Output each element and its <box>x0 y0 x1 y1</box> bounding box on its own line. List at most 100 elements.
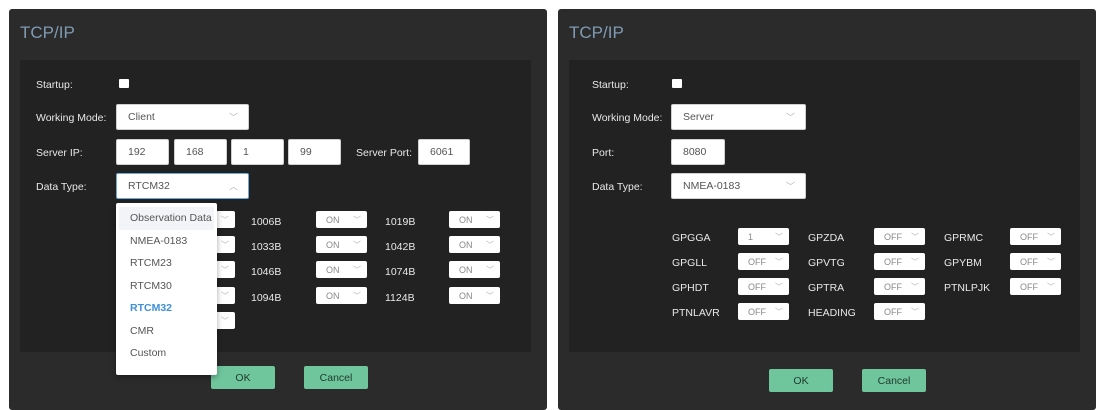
message-label: PTNLPJK <box>944 282 991 294</box>
tcpip-dialog-server: TCP/IP Startup: Working Mode: Server ﹀ P… <box>558 9 1096 410</box>
data-type-label: Data Type: <box>592 181 643 193</box>
startup-checkbox[interactable] <box>672 79 682 88</box>
startup-checkbox[interactable] <box>119 79 129 88</box>
cancel-button[interactable]: Cancel <box>862 369 926 392</box>
chevron-down-icon: ﹀ <box>228 112 238 123</box>
chevron-down-icon: ﹀ <box>911 307 919 316</box>
server-port-input[interactable]: 6061 <box>418 139 470 165</box>
message-label: 1124B <box>385 292 415 304</box>
message-rate-select[interactable]: ON ﹀ <box>316 236 367 253</box>
message-rate-select[interactable]: OFF ﹀ <box>738 278 789 295</box>
message-rate-value: ON <box>459 264 473 275</box>
message-rate-select[interactable]: OFF ﹀ <box>1010 228 1061 245</box>
tcpip-dialog-client: TCP/IP Startup: Working Mode: Client ﹀ S… <box>9 9 547 410</box>
dropdown-option-observation-data[interactable]: Observation Data <box>119 207 214 230</box>
chevron-down-icon: ﹀ <box>775 307 783 316</box>
message-label: GPGLL <box>672 257 708 269</box>
chevron-down-icon: ﹀ <box>775 257 783 266</box>
working-mode-value: Client <box>128 111 155 123</box>
message-rate-select[interactable]: OFF ﹀ <box>874 228 925 245</box>
message-label: 1006B <box>251 216 282 228</box>
message-rate-select[interactable]: OFF ﹀ <box>874 303 925 320</box>
message-rate-select[interactable]: OFF ﹀ <box>738 253 789 270</box>
message-label: GPVTG <box>808 257 845 269</box>
message-label: GPYBM <box>944 257 982 269</box>
message-rate-select[interactable]: ON ﹀ <box>449 211 500 228</box>
message-rate-select[interactable]: ON ﹀ <box>316 287 367 304</box>
data-type-label: Data Type: <box>36 181 87 193</box>
message-rate-select[interactable]: OFF ﹀ <box>874 253 925 270</box>
message-rate-select[interactable]: OFF ﹀ <box>1010 278 1061 295</box>
server-ip-octet-3[interactable]: 1 <box>231 139 284 165</box>
message-rate-value: OFF <box>1020 256 1038 267</box>
chevron-down-icon: ﹀ <box>486 240 494 249</box>
message-rate-select[interactable]: ON ﹀ <box>316 261 367 278</box>
message-label: 1046B <box>251 266 282 278</box>
working-mode-select[interactable]: Client ﹀ <box>116 104 249 130</box>
message-rate-value: ON <box>459 290 473 301</box>
message-rate-select[interactable]: OFF ﹀ <box>738 303 789 320</box>
chevron-down-icon: ﹀ <box>911 232 919 241</box>
ok-button[interactable]: OK <box>211 366 275 389</box>
message-rate-value: OFF <box>1020 231 1038 242</box>
data-type-value: RTCM32 <box>128 180 170 192</box>
message-rate-value: OFF <box>884 281 902 292</box>
message-rate-value: OFF <box>748 306 766 317</box>
dropdown-option-rtcm32[interactable]: RTCM32 <box>119 297 214 320</box>
server-ip-octet-4[interactable]: 99 <box>288 139 341 165</box>
chevron-down-icon: ﹀ <box>1047 282 1055 291</box>
data-type-select[interactable]: RTCM32 ︿ <box>116 173 249 199</box>
server-port-label: Server Port: <box>356 147 413 159</box>
message-rate-select[interactable]: ON ﹀ <box>449 287 500 304</box>
dropdown-option-cmr[interactable]: CMR <box>119 320 214 343</box>
message-label: 1042B <box>385 241 416 253</box>
message-label: 1033B <box>251 241 282 253</box>
message-label: 1094B <box>251 292 282 304</box>
ok-button[interactable]: OK <box>769 369 833 392</box>
chevron-down-icon: ﹀ <box>221 215 229 224</box>
chevron-down-icon: ﹀ <box>775 282 783 291</box>
data-type-value: NMEA-0183 <box>683 180 741 192</box>
message-label: GPRMC <box>944 232 984 244</box>
message-rate-value: ON <box>326 264 340 275</box>
chevron-down-icon: ﹀ <box>353 265 361 274</box>
message-rate-value: OFF <box>748 256 766 267</box>
data-type-select[interactable]: NMEA-0183 ﹀ <box>671 173 806 199</box>
port-input[interactable]: 8080 <box>671 139 725 165</box>
message-rate-value: OFF <box>884 306 902 317</box>
message-rate-value: ON <box>326 214 340 225</box>
chevron-down-icon: ﹀ <box>353 240 361 249</box>
working-mode-select[interactable]: Server ﹀ <box>671 104 806 130</box>
server-ip-octet-1[interactable]: 192 <box>116 139 169 165</box>
message-rate-select[interactable]: ON ﹀ <box>449 261 500 278</box>
chevron-down-icon: ﹀ <box>221 265 229 274</box>
chevron-down-icon: ﹀ <box>353 291 361 300</box>
dialog-title: TCP/IP <box>569 23 624 42</box>
message-rate-select[interactable]: 1 ﹀ <box>738 228 789 245</box>
server-ip-octet-2[interactable]: 168 <box>174 139 227 165</box>
working-mode-value: Server <box>683 111 714 123</box>
chevron-down-icon: ﹀ <box>486 215 494 224</box>
chevron-down-icon: ﹀ <box>486 291 494 300</box>
data-type-dropdown: Observation Data NMEA-0183 RTCM23 RTCM30… <box>116 203 217 375</box>
message-rate-value: ON <box>326 290 340 301</box>
cancel-button[interactable]: Cancel <box>304 366 368 389</box>
message-rate-select[interactable]: OFF ﹀ <box>874 278 925 295</box>
dropdown-option-custom[interactable]: Custom <box>119 342 214 365</box>
message-label: 1074B <box>385 266 416 278</box>
message-rate-select[interactable]: OFF ﹀ <box>1010 253 1061 270</box>
dropdown-option-rtcm23[interactable]: RTCM23 <box>119 252 214 275</box>
message-rate-select[interactable]: ON ﹀ <box>316 211 367 228</box>
dropdown-option-rtcm30[interactable]: RTCM30 <box>119 275 214 298</box>
dropdown-option-nmea-0183[interactable]: NMEA-0183 <box>119 230 214 253</box>
message-label: 1019B <box>385 216 416 228</box>
working-mode-label: Working Mode: <box>36 112 107 124</box>
startup-label: Startup: <box>592 79 629 91</box>
message-label: GPGGA <box>672 232 711 244</box>
chevron-down-icon: ﹀ <box>1047 232 1055 241</box>
startup-label: Startup: <box>36 79 73 91</box>
port-label: Port: <box>592 147 615 159</box>
chevron-down-icon: ﹀ <box>911 282 919 291</box>
message-rate-select[interactable]: ON ﹀ <box>449 236 500 253</box>
message-rate-value: OFF <box>884 231 902 242</box>
